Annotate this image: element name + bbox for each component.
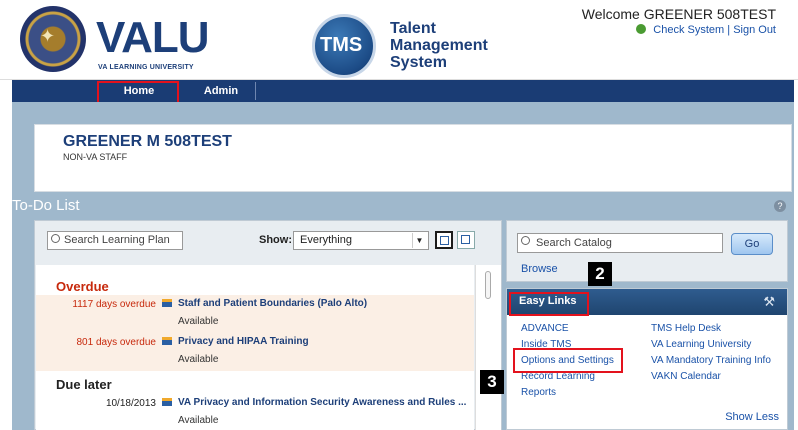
overdue-days: 801 days overdue (76, 337, 156, 348)
todo-item-status: Available (178, 316, 219, 327)
search-icon (51, 234, 60, 243)
due-later-heading: Due later (56, 377, 112, 392)
easy-link-va-learning[interactable]: VA Learning University (651, 339, 751, 350)
tms-title-line: Management (390, 37, 488, 54)
course-icon (162, 299, 172, 307)
easy-link-reports[interactable]: Reports (521, 387, 556, 398)
show-label: Show: (259, 234, 292, 246)
sign-out-link[interactable]: Sign Out (733, 24, 776, 36)
profile-name: GREENER M 508TEST (63, 133, 232, 150)
show-filter-select[interactable]: Everything ▼ (293, 231, 429, 250)
check-system-link[interactable]: Check System (653, 24, 724, 36)
profile-role: NON-VA STAFF (63, 152, 128, 162)
easy-link-help-desk[interactable]: TMS Help Desk (651, 323, 721, 334)
valu-logo-subtitle: VA LEARNING UNIVERSITY (98, 64, 194, 71)
list-view-button[interactable] (435, 231, 453, 249)
overdue-days: 1117 days overdue (72, 299, 156, 310)
tms-title-line: Talent (390, 20, 436, 37)
grid-view-button[interactable] (457, 231, 475, 249)
help-icon[interactable]: ? (774, 200, 786, 212)
todo-item-title[interactable]: VA Privacy and Information Security Awar… (178, 397, 466, 408)
show-less-link[interactable]: Show Less (725, 411, 779, 423)
wrench-icon[interactable]: ⚒ (763, 294, 775, 310)
search-learning-plan-input[interactable]: Search Learning Plan (47, 231, 183, 250)
due-date: 10/18/2013 (105, 398, 156, 409)
easy-link-vakn-calendar[interactable]: VAKN Calendar (651, 371, 721, 382)
todo-item-title[interactable]: Privacy and HIPAA Training (178, 336, 309, 347)
easy-link-advance[interactable]: ADVANCE (521, 323, 569, 334)
todo-item-title[interactable]: Staff and Patient Boundaries (Palo Alto) (178, 298, 367, 309)
go-button[interactable]: Go (731, 233, 773, 255)
main-content: GREENER M 508TEST NON-VA STAFF To-Do Lis… (12, 102, 794, 430)
search-learning-plan-placeholder: Search Learning Plan (64, 234, 170, 246)
highlight-options-settings (513, 348, 623, 373)
todo-item-status: Available (178, 354, 219, 365)
callout-2: 2 (588, 262, 612, 286)
catalog-panel: Search Catalog Go Browse (506, 220, 788, 282)
todo-list-title: To-Do List (12, 197, 80, 214)
todo-list: Overdue 1117 days overdue Staff and Pati… (36, 265, 474, 430)
check-system-icon[interactable] (636, 24, 647, 34)
tms-logo-text: TMS (320, 34, 363, 56)
tms-title: Talent Management System (390, 20, 488, 71)
welcome-message: Welcome GREENER 508TEST (581, 6, 776, 22)
course-icon (162, 337, 172, 345)
todo-panel: Search Learning Plan Show: Everything ▼ … (34, 220, 502, 430)
show-filter-value: Everything (300, 234, 352, 246)
highlight-easy-links (509, 292, 589, 316)
link-separator: | (727, 24, 731, 36)
easy-link-mandatory-training[interactable]: VA Mandatory Training Info (651, 355, 771, 366)
search-icon (521, 236, 530, 245)
tms-title-line: System (390, 54, 447, 71)
scroll-thumb[interactable] (485, 271, 491, 299)
eagle-icon: ✦ (40, 26, 56, 46)
nav-divider (255, 82, 256, 100)
system-links: Check System | Sign Out (636, 24, 776, 36)
overdue-heading: Overdue (56, 279, 109, 294)
grid-view-icon (461, 235, 470, 244)
search-catalog-input[interactable]: Search Catalog (517, 233, 723, 253)
nav-admin[interactable]: Admin (186, 80, 256, 102)
callout-3: 3 (480, 370, 504, 394)
chevron-down-icon: ▼ (412, 233, 426, 248)
browse-link[interactable]: Browse (521, 263, 558, 275)
profile-card: GREENER M 508TEST NON-VA STAFF (34, 124, 792, 192)
todo-item-status: Available (178, 415, 219, 426)
header: ✦ VALU VA LEARNING UNIVERSITY TMS Talent… (0, 0, 798, 80)
search-catalog-placeholder: Search Catalog (536, 237, 612, 249)
todo-scrollbar[interactable] (475, 265, 501, 430)
valu-logo: VALU (96, 13, 210, 62)
list-view-icon (440, 236, 449, 245)
course-icon (162, 398, 172, 406)
